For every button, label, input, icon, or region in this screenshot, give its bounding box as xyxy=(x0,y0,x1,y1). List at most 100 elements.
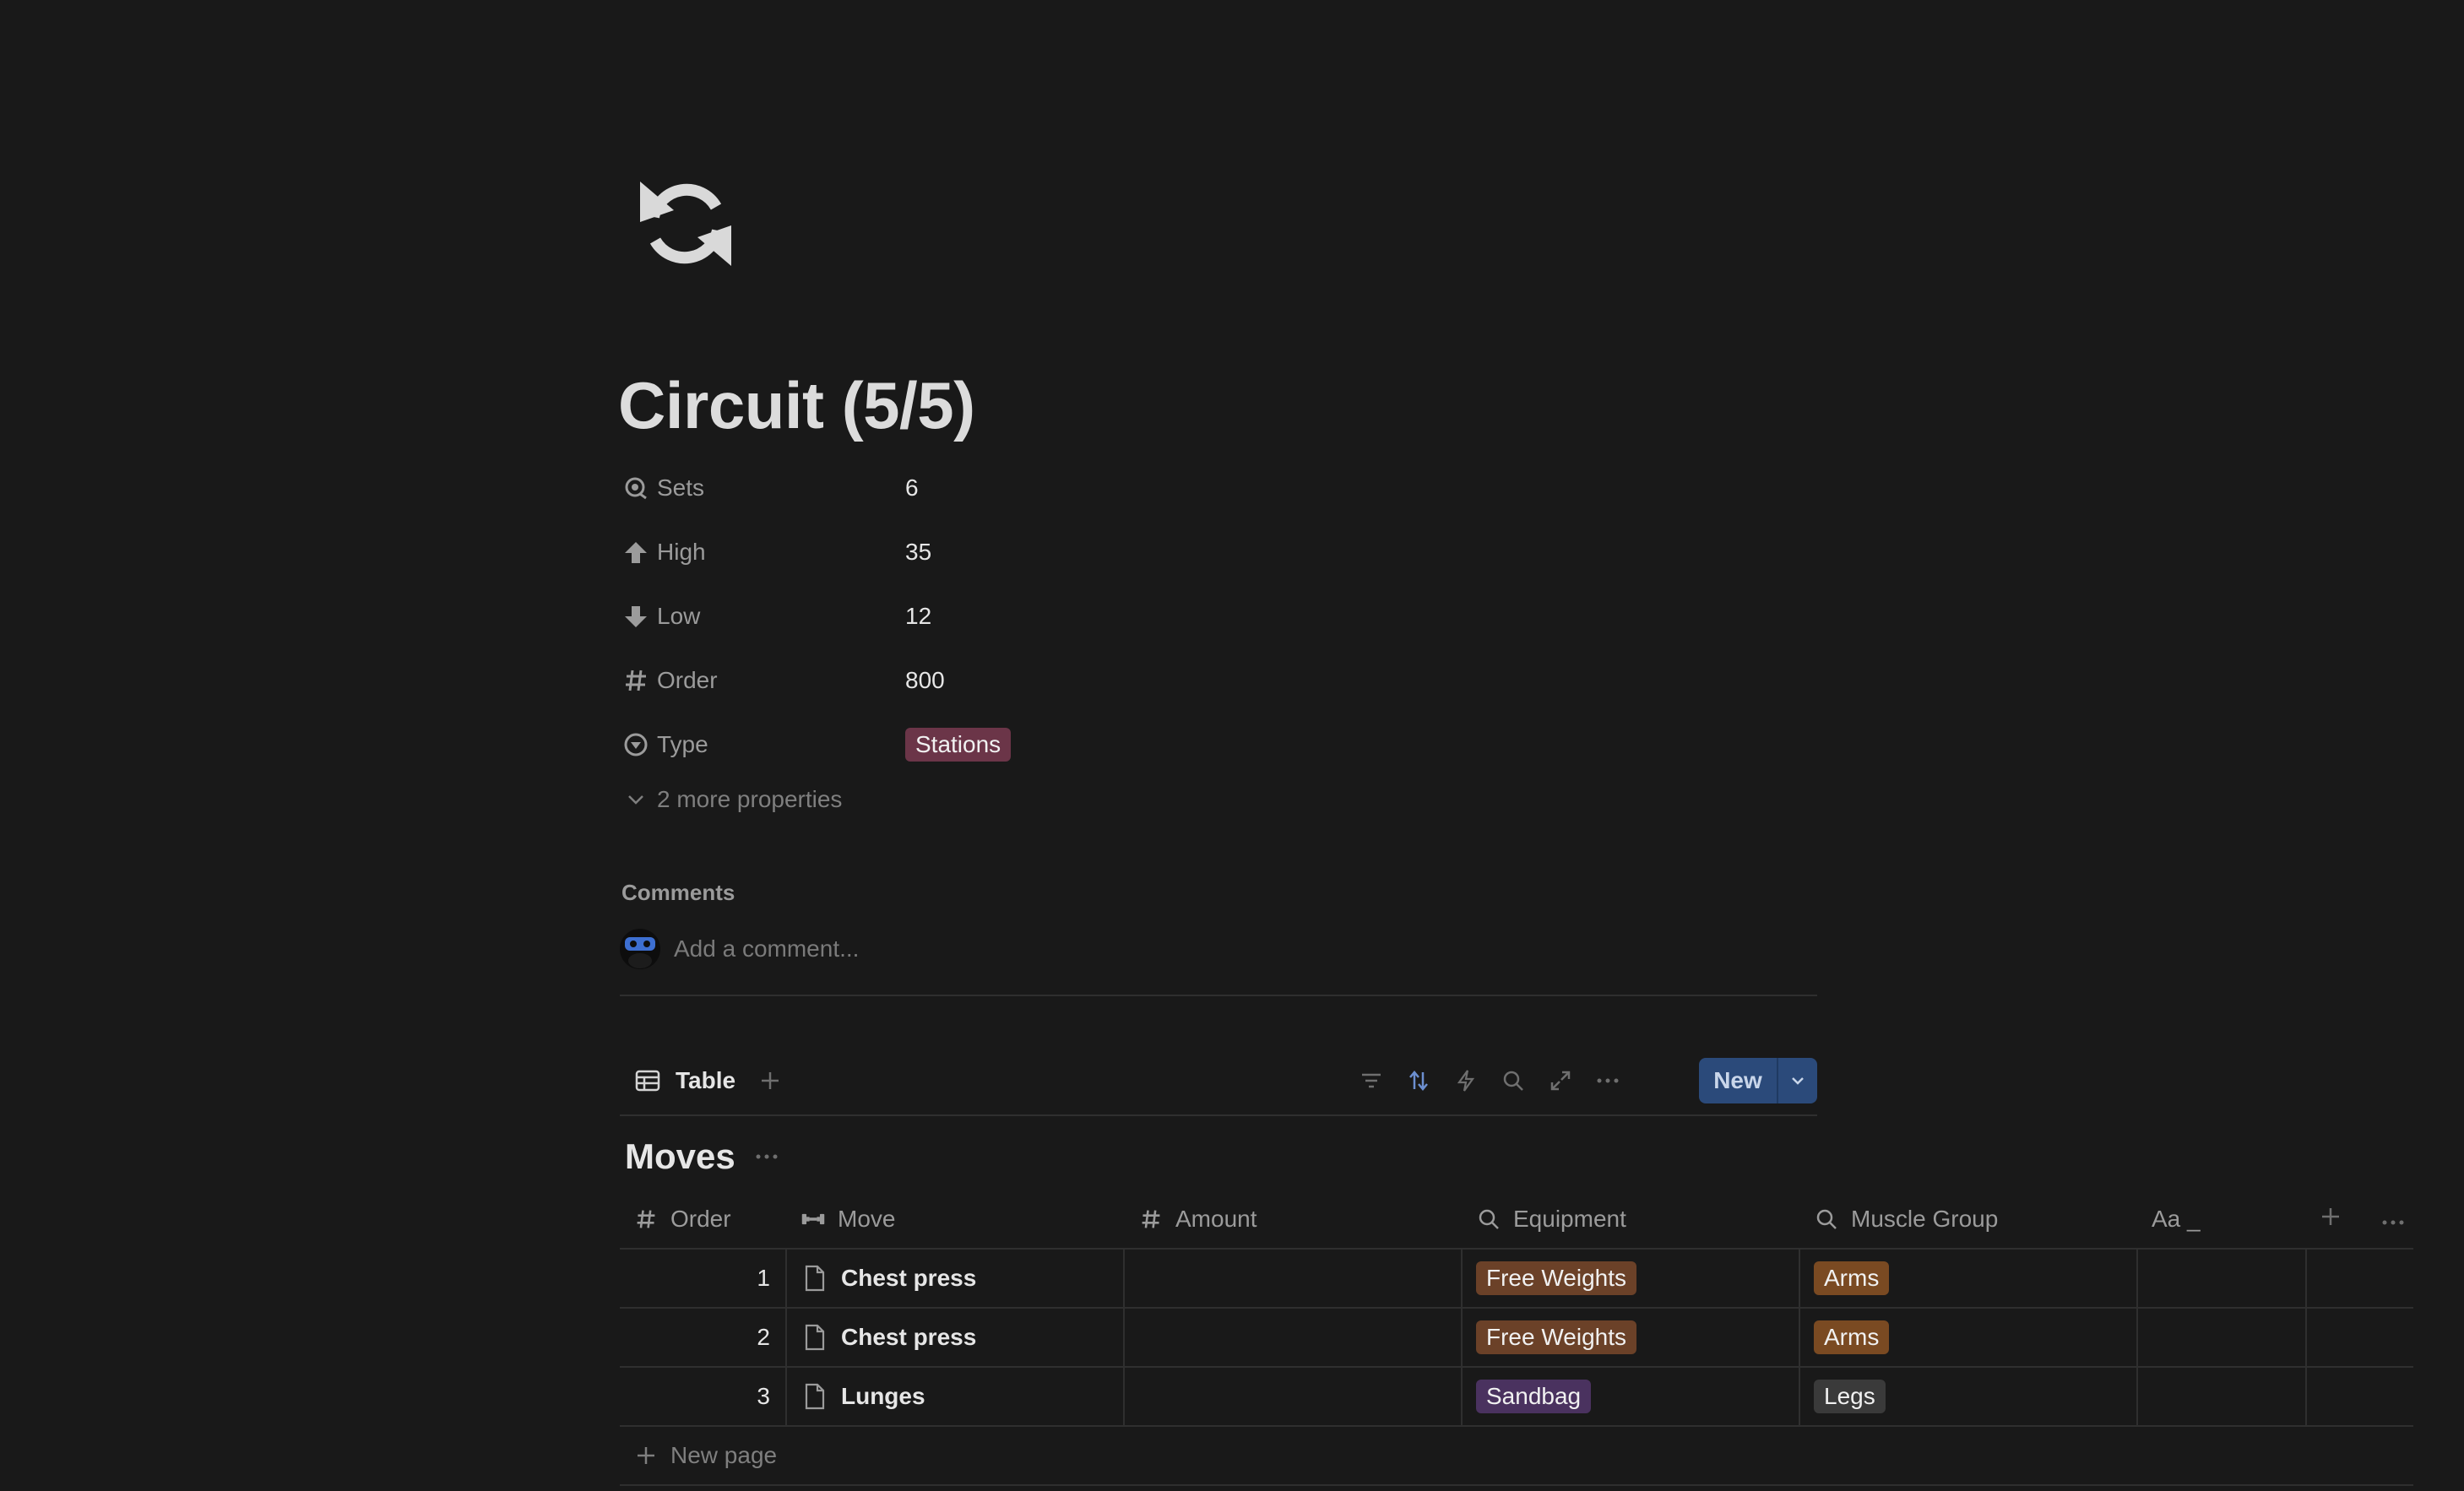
property-order[interactable]: Order 800 xyxy=(618,648,1817,713)
column-header-label: Muscle Group xyxy=(1851,1206,1999,1232)
tab-table[interactable]: Table xyxy=(633,1055,735,1106)
equipment-tag[interactable]: Free Weights xyxy=(1476,1261,1636,1295)
table-row[interactable]: 1 Chest press Free Weights Arms xyxy=(620,1250,2413,1309)
property-value[interactable]: 12 xyxy=(905,603,931,630)
cell-equipment[interactable]: Free Weights xyxy=(1463,1250,1800,1307)
column-header-text[interactable]: Aa _ xyxy=(2138,1190,2307,1248)
avatar xyxy=(620,929,660,969)
column-header-equipment[interactable]: Equipment xyxy=(1463,1190,1800,1248)
property-type[interactable]: Type Stations xyxy=(618,713,1817,777)
move-name[interactable]: Chest press xyxy=(841,1324,976,1351)
search-icon xyxy=(1814,1206,1839,1232)
select-icon xyxy=(621,730,650,759)
cell-order[interactable]: 2 xyxy=(620,1309,787,1366)
filter-button[interactable] xyxy=(1348,1062,1395,1099)
muscle-group-tag[interactable]: Arms xyxy=(1814,1261,1890,1295)
search-button[interactable] xyxy=(1490,1062,1537,1099)
equipment-tag[interactable]: Sandbag xyxy=(1476,1380,1592,1413)
property-value[interactable]: 35 xyxy=(905,539,931,566)
more-horizontal-icon xyxy=(756,1154,778,1159)
column-header-amount[interactable]: Amount xyxy=(1125,1190,1463,1248)
table-row[interactable]: 2 Chest press Free Weights Arms xyxy=(620,1309,2413,1368)
cell-empty xyxy=(2307,1250,2413,1307)
property-label: Sets xyxy=(657,474,705,501)
muscle-group-tag[interactable]: Arms xyxy=(1814,1320,1890,1354)
divider xyxy=(620,1114,1817,1116)
column-header-muscle-group[interactable]: Muscle Group xyxy=(1800,1190,2138,1248)
property-low[interactable]: Low 12 xyxy=(618,584,1817,648)
automation-button[interactable] xyxy=(1442,1062,1490,1099)
table-row[interactable]: 3 Lunges Sandbag Legs xyxy=(620,1368,2413,1427)
property-label: Order xyxy=(657,667,718,693)
new-dropdown-button[interactable] xyxy=(1777,1058,1817,1103)
move-name[interactable]: Lunges xyxy=(841,1383,925,1410)
muscle-group-tag[interactable]: Legs xyxy=(1814,1380,1886,1413)
more-horizontal-icon xyxy=(1597,1078,1619,1083)
hash-icon xyxy=(621,666,650,695)
property-high[interactable]: High 35 xyxy=(618,520,1817,584)
column-header-label: Aa _ xyxy=(2152,1206,2201,1232)
plus-icon xyxy=(2322,1208,2339,1225)
cell-order[interactable]: 3 xyxy=(620,1368,787,1425)
equipment-tag[interactable]: Free Weights xyxy=(1476,1320,1636,1354)
filter-icon xyxy=(1362,1073,1381,1088)
cell-amount[interactable] xyxy=(1125,1309,1463,1366)
more-options-button[interactable] xyxy=(1584,1062,1631,1099)
cell-move[interactable]: Lunges xyxy=(787,1368,1125,1425)
new-button-label: New xyxy=(1713,1067,1762,1093)
database-title[interactable]: Moves xyxy=(625,1136,735,1177)
cell-empty xyxy=(2307,1309,2413,1366)
view-toolbar: Table New xyxy=(620,1055,1817,1106)
comment-input[interactable]: Add a comment... xyxy=(674,935,859,962)
cell-amount[interactable] xyxy=(1125,1250,1463,1307)
new-button[interactable]: New xyxy=(1699,1058,1817,1103)
plus-icon xyxy=(762,1072,779,1089)
page-title[interactable]: Circuit (5/5) xyxy=(618,363,975,447)
sets-icon xyxy=(621,474,650,502)
column-header-order[interactable]: Order xyxy=(620,1190,787,1248)
more-properties-label: 2 more properties xyxy=(657,786,843,812)
sort-button[interactable] xyxy=(1395,1062,1442,1099)
column-more-button[interactable] xyxy=(2381,1206,2405,1233)
property-label: Low xyxy=(657,603,701,629)
property-value[interactable]: 800 xyxy=(905,667,945,694)
column-actions xyxy=(2307,1190,2413,1248)
comment-input-row[interactable]: Add a comment... xyxy=(620,929,859,969)
hash-icon xyxy=(633,1206,659,1232)
page-icon xyxy=(802,1264,828,1293)
page-icon xyxy=(802,1382,828,1411)
add-column-button[interactable] xyxy=(2320,1206,2341,1233)
page-refresh-icon[interactable] xyxy=(635,173,736,274)
cell-text[interactable] xyxy=(2138,1250,2307,1307)
cell-order[interactable]: 1 xyxy=(620,1250,787,1307)
cell-move[interactable]: Chest press xyxy=(787,1309,1125,1366)
cell-equipment[interactable]: Free Weights xyxy=(1463,1309,1800,1366)
cell-muscle-group[interactable]: Arms xyxy=(1800,1309,2138,1366)
hash-icon xyxy=(1138,1206,1164,1232)
plus-icon xyxy=(633,1443,659,1468)
cell-amount[interactable] xyxy=(1125,1368,1463,1425)
table-icon xyxy=(633,1066,662,1095)
expand-icon xyxy=(1550,1071,1571,1091)
move-name[interactable]: Chest press xyxy=(841,1265,976,1292)
more-properties-toggle[interactable]: 2 more properties xyxy=(618,785,842,814)
expand-button[interactable] xyxy=(1537,1062,1584,1099)
new-page-button[interactable]: New page xyxy=(620,1427,2413,1486)
cell-text[interactable] xyxy=(2138,1309,2307,1366)
new-page-label: New page xyxy=(670,1442,778,1468)
database-title-row: Moves xyxy=(625,1136,781,1177)
property-sets[interactable]: Sets 6 xyxy=(618,456,1817,520)
tab-label: Table xyxy=(676,1067,736,1093)
column-header-move[interactable]: Move xyxy=(787,1190,1125,1248)
cell-move[interactable]: Chest press xyxy=(787,1250,1125,1307)
cell-muscle-group[interactable]: Legs xyxy=(1800,1368,2138,1425)
cell-equipment[interactable]: Sandbag xyxy=(1463,1368,1800,1425)
property-label: High xyxy=(657,539,706,565)
cell-muscle-group[interactable]: Arms xyxy=(1800,1250,2138,1307)
type-tag[interactable]: Stations xyxy=(905,728,1012,762)
add-view-button[interactable] xyxy=(755,1065,785,1096)
property-value[interactable]: 6 xyxy=(905,474,919,502)
lightning-icon xyxy=(1457,1070,1475,1092)
database-more-button[interactable] xyxy=(752,1142,781,1171)
cell-text[interactable] xyxy=(2138,1368,2307,1425)
